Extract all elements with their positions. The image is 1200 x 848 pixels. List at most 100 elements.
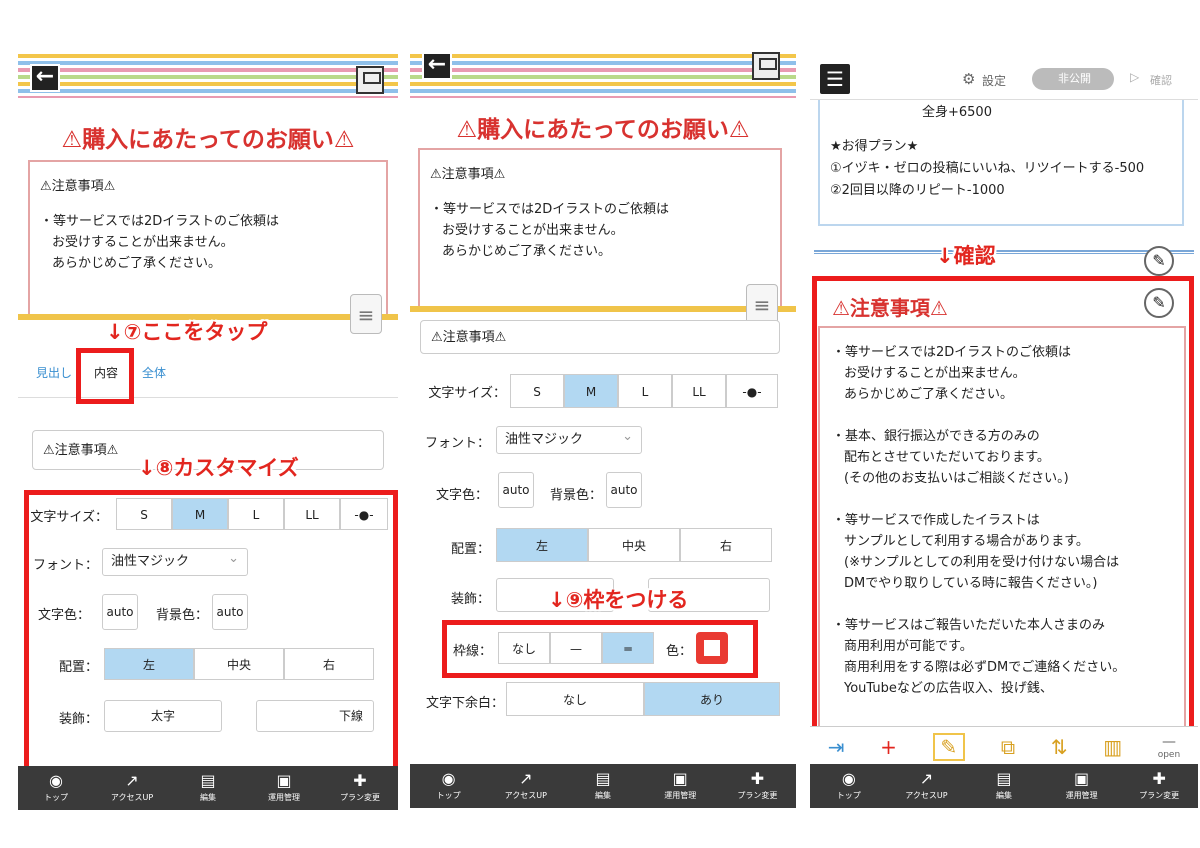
edit-icon[interactable]: ✎ (932, 732, 966, 761)
annotation-tap-here: ↓⑦ここをタップ (106, 320, 268, 344)
nav-edit[interactable]: ▤ 編集 (564, 764, 641, 808)
size-l-button[interactable]: L (618, 374, 672, 408)
highlight-box-tab (76, 348, 134, 404)
size-m-button[interactable]: M (564, 374, 618, 408)
nav-manage[interactable]: ▣ 運用管理 (1043, 764, 1121, 808)
nav-access[interactable]: ↗ アクセスUP (487, 764, 564, 808)
font-select[interactable]: 油性マジック (496, 424, 642, 454)
align-label: 配置： (58, 660, 98, 675)
size-label: 文字サイズ： (30, 510, 108, 525)
text-color-label: 文字色： (37, 608, 90, 623)
header-stripes (410, 54, 796, 98)
trash-icon[interactable]: ▥ (1103, 735, 1122, 759)
notice-line: あらかじめご了承ください。 (442, 244, 612, 259)
block-edit-toolbar: ⇥ + ✎ ⧉ ⇅ ▥ — open (810, 726, 1198, 766)
copy-icon[interactable]: ⧉ (1001, 735, 1015, 759)
nav-access[interactable]: ↗ アクセスUP (94, 766, 170, 810)
back-arrow-icon[interactable]: ← (422, 52, 452, 80)
tab-all[interactable]: 全体 (142, 364, 166, 381)
save-icon[interactable] (752, 52, 780, 80)
bottom-margin-selector: なし あり (506, 682, 780, 716)
tab-heading[interactable]: 見出し (36, 364, 72, 381)
nav-access[interactable]: ↗ アクセスUP (888, 764, 966, 808)
previous-block: 全身+6500 ★お得プラン★ ①イヅキ・ゼロの投稿にいいね、リツイートする-5… (818, 100, 1184, 226)
size-ll-button[interactable]: LL (672, 374, 726, 408)
nav-top[interactable]: ◉ トップ (810, 764, 888, 808)
border-none-button[interactable]: なし (498, 632, 550, 664)
bold-button[interactable]: 太字 (104, 700, 222, 732)
align-center-button[interactable]: 中央 (194, 648, 284, 680)
border-color-swatch[interactable] (696, 632, 728, 664)
align-left-button[interactable]: 左 (104, 648, 194, 680)
nav-manage[interactable]: ▣ 運用管理 (246, 766, 322, 810)
nav-edit[interactable]: ▤ 編集 (170, 766, 246, 810)
text-color-button[interactable]: auto (498, 472, 534, 508)
font-select[interactable]: 油性マジック (102, 546, 248, 576)
top-icon: ◉ (441, 769, 456, 788)
margin-yes-button[interactable]: あり (644, 682, 780, 716)
annotation-customize: ↓⑧カスタマイズ (138, 456, 299, 480)
trend-icon: ↗ (519, 769, 533, 788)
size-selector: S M L LL -●- (116, 498, 388, 530)
border-single-button[interactable]: — (550, 632, 602, 664)
align-center-button[interactable]: 中央 (588, 528, 680, 562)
notice-line: ・等サービスでは2Dイラストのご依頼は (430, 202, 670, 217)
add-icon[interactable]: + (880, 735, 897, 759)
nav-plan[interactable]: ✚ プラン変更 (1120, 764, 1198, 808)
menu-handle-icon[interactable]: ≡ (746, 284, 778, 324)
bg-color-button[interactable]: auto (212, 594, 248, 630)
size-custom-slider[interactable]: -●- (340, 498, 388, 530)
size-custom-slider[interactable]: -●- (726, 374, 778, 408)
size-ll-button[interactable]: LL (284, 498, 340, 530)
back-arrow-icon[interactable]: ← (30, 64, 60, 92)
align-label: 配置： (450, 542, 490, 557)
top-icon: ◉ (49, 771, 63, 790)
nav-edit[interactable]: ▤ 編集 (965, 764, 1043, 808)
border-label: 枠線： (452, 644, 492, 659)
size-s-button[interactable]: S (116, 498, 172, 530)
underline-button[interactable]: 下線 (256, 700, 374, 732)
edit-pencil-icon[interactable]: ✎ (1144, 288, 1174, 318)
heading-text-field[interactable]: ⚠注意事項⚠ (420, 320, 780, 354)
align-selector: 左 中央 右 (496, 528, 772, 562)
size-l-button[interactable]: L (228, 498, 284, 530)
menu-handle-icon[interactable]: ≡ (350, 294, 382, 334)
hamburger-menu-icon[interactable]: ☰ (818, 62, 852, 96)
border-selector: なし — ═ (498, 632, 654, 664)
notice-heading: ⚠注意事項⚠ (832, 296, 948, 320)
gear-icon[interactable]: ⚙ (962, 70, 975, 88)
nav-plan[interactable]: ✚ プラン変更 (322, 766, 398, 810)
size-selector: S M L LL -●- (510, 374, 778, 408)
notice-paragraph: ・等サービスでは2Dイラストのご依頼は お受けすることが出来ません。 あらかじめ… (832, 345, 1072, 402)
manage-icon: ▣ (276, 771, 292, 790)
nav-plan[interactable]: ✚ プラン変更 (719, 764, 796, 808)
text-color-button[interactable]: auto (102, 594, 138, 630)
align-right-button[interactable]: 右 (680, 528, 772, 562)
publish-toggle[interactable]: 非公開 (1032, 68, 1114, 90)
phone-screen-3: ☰ ⚙ 設定 非公開 ▷ 確認 全身+6500 ★お得プラン★ ①イヅキ・ゼロの… (810, 44, 1198, 810)
trend-icon: ↗ (919, 769, 934, 788)
align-right-button[interactable]: 右 (284, 648, 374, 680)
reorder-icon[interactable]: ⇅ (1051, 735, 1068, 759)
border-double-button[interactable]: ═ (602, 632, 654, 664)
notice-paragraph: ・等サービスはご報告いただいた本人さまのみ 商用利用が可能です。 商用利用をする… (832, 618, 1126, 696)
plan-icon: ✚ (353, 771, 367, 790)
play-icon[interactable]: ▷ (1130, 70, 1139, 84)
move-in-icon[interactable]: ⇥ (828, 735, 845, 759)
open-toggle[interactable]: — open (1158, 734, 1180, 760)
settings-label[interactable]: 設定 (982, 72, 1006, 89)
nav-top[interactable]: ◉ トップ (18, 766, 94, 810)
confirm-label[interactable]: 確認 (1150, 72, 1172, 88)
margin-none-button[interactable]: なし (506, 682, 644, 716)
bg-color-button[interactable]: auto (606, 472, 642, 508)
nav-top[interactable]: ◉ トップ (410, 764, 487, 808)
size-m-button[interactable]: M (172, 498, 228, 530)
size-s-button[interactable]: S (510, 374, 564, 408)
align-left-button[interactable]: 左 (496, 528, 588, 562)
edit-pencil-icon[interactable]: ✎ (1144, 246, 1174, 276)
border-color-label: 色： (665, 644, 692, 659)
nav-manage[interactable]: ▣ 運用管理 (642, 764, 719, 808)
save-icon[interactable] (356, 66, 384, 94)
size-label: 文字サイズ： (428, 386, 506, 401)
plan-icon: ✚ (750, 769, 765, 788)
